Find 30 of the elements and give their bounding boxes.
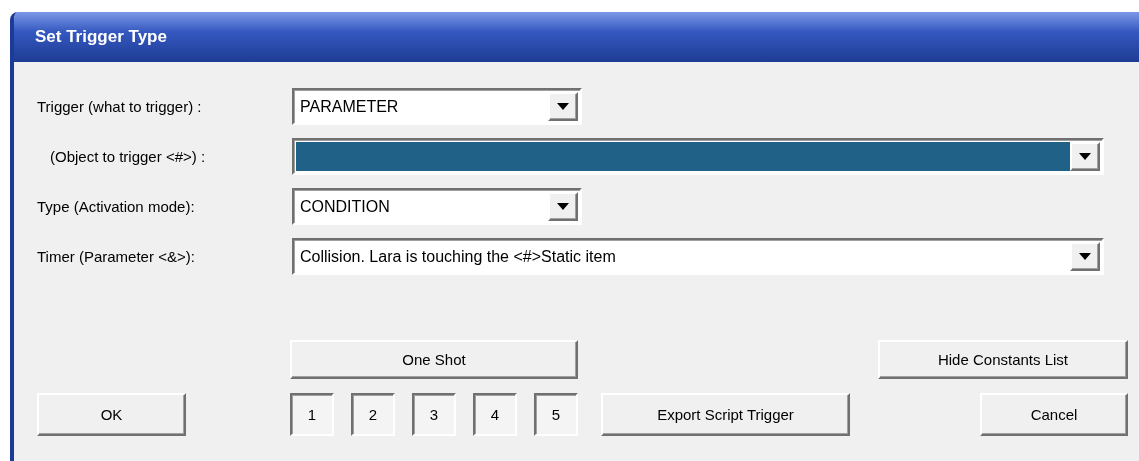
field-label: Timer (Parameter <&>): [37, 248, 195, 265]
dropdown-arrow-button[interactable] [548, 92, 578, 121]
field-value: CONDITION [299, 196, 391, 217]
dropdown-field[interactable]: Collision. Lara is touching the <#>Static item [292, 238, 1104, 275]
cancel-button[interactable]: Cancel [980, 393, 1128, 436]
caret-icon [557, 103, 569, 110]
flag-toggle-button[interactable]: 2 [351, 393, 395, 436]
hide-constants-button[interactable]: Hide Constants List [878, 340, 1128, 379]
field-label: Trigger (what to trigger) : [37, 98, 202, 115]
caret-icon [557, 203, 569, 210]
one-shot-button[interactable]: One Shot [290, 340, 578, 379]
flag-toggle-button[interactable]: 3 [412, 393, 456, 436]
export-button[interactable]: Export Script Trigger [601, 393, 850, 436]
window-title: Set Trigger Type [35, 27, 167, 47]
field-value: PARAMETER [299, 96, 400, 117]
field-value: Collision. Lara is touching the <#>Static item [299, 246, 617, 267]
flag-toggle-button[interactable]: 1 [290, 393, 334, 436]
dropdown-field[interactable]: PARAMETER [292, 88, 582, 125]
flag-toggle-button[interactable]: 4 [473, 393, 517, 436]
caret-icon [1079, 253, 1091, 260]
dropdown-arrow-button[interactable] [548, 192, 578, 221]
field-label: Type (Activation mode): [37, 198, 195, 215]
dropdown-arrow-button[interactable] [1070, 142, 1100, 171]
dropdown-field[interactable] [292, 138, 1104, 175]
caret-icon [1079, 153, 1091, 160]
dropdown-field[interactable]: CONDITION [292, 188, 582, 225]
dropdown-arrow-button[interactable] [1070, 242, 1100, 271]
flag-toggle-button[interactable]: 5 [534, 393, 578, 436]
ok-button[interactable]: OK [37, 393, 186, 436]
field-label: (Object to trigger <#>) : [50, 148, 206, 165]
